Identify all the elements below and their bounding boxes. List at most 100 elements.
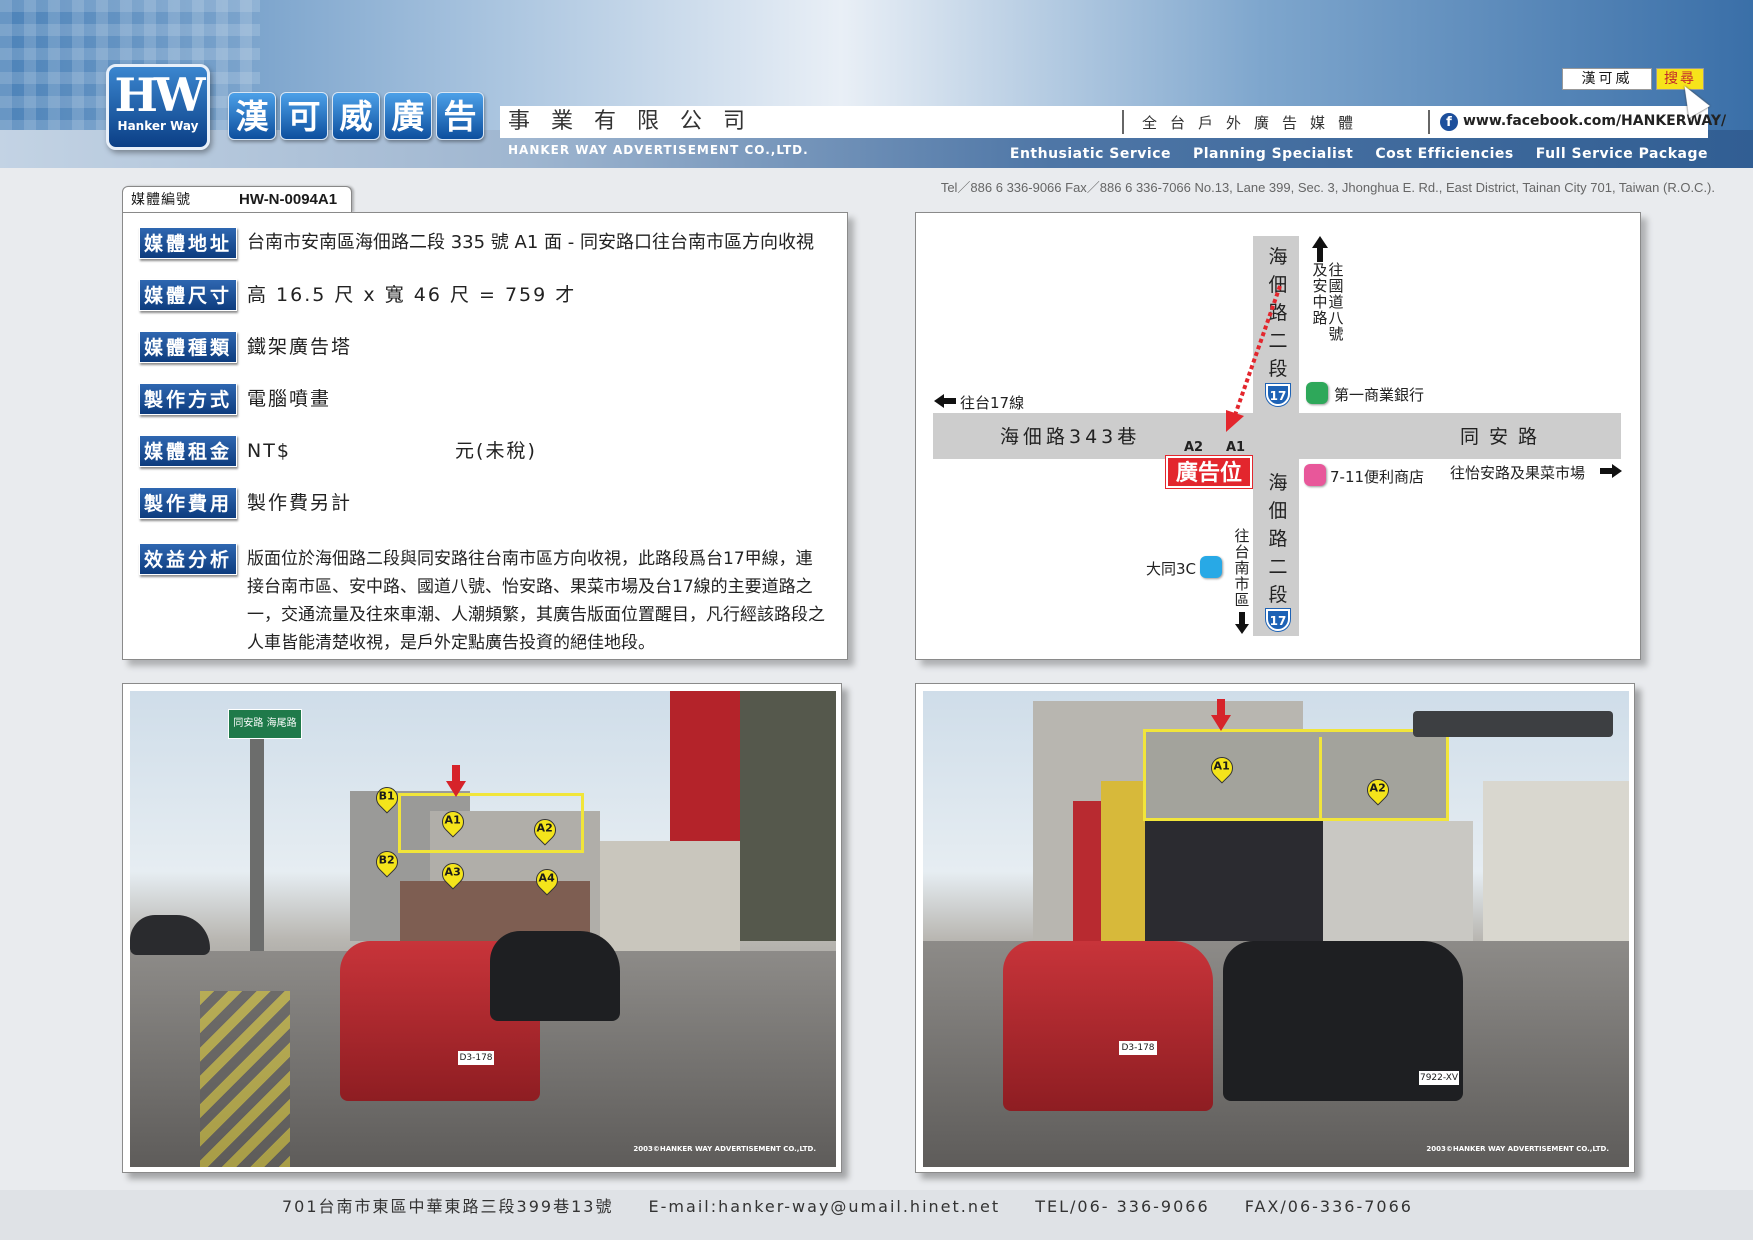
building [1323,821,1473,951]
street-sign: 同安路 海尾路 [228,709,302,739]
footer-tel: TEL/06- 336-9066 [1035,1197,1210,1216]
note-char: 市 [1234,575,1250,593]
arrow-right-icon [1600,464,1622,478]
info-panel: 媒體地址 台南市安南區海佃路二段 335 號 A1 面 - 同安路口往台南市區方… [122,212,848,660]
rent-row: 媒體租金 NT$ 元(未稅) [139,435,537,467]
rent-prefix: NT$ [247,440,291,462]
road-char: 海 [1268,472,1288,494]
bank-icon [1306,382,1328,404]
size-label: 媒體尺寸 [139,279,237,311]
pin-label: A2 [1369,781,1386,795]
road-char: 二 [1268,556,1288,578]
logo-text: HW [114,68,205,122]
size-value: 高 16.5 尺 x 寬 46 尺 = 759 才 [247,284,577,306]
billboard-frame [1143,729,1449,821]
pin-label: A4 [538,871,555,885]
parked-car [130,915,210,955]
billboard-frame [398,793,584,853]
pin-label: A2 [536,821,553,835]
footer: 701台南市東區中華東路三段399巷13號 E-mail:hanker-way@… [282,1193,1441,1217]
media-id-label: 媒體編號 [131,192,191,208]
rent-suffix: 元(未稅) [455,440,537,462]
electronics-store-icon [1200,556,1222,578]
license-plate: D3-178 [1119,1041,1157,1055]
service-item: Cost Efficiencies [1375,146,1514,162]
method-label: 製作方式 [139,383,237,415]
note-char: 台 [1234,543,1250,561]
west-note: 往台17線 [960,394,1025,412]
analysis-value: 版面位於海佃路二段與同安路往台南市區方向收視，此路段爲台17甲線，連接台南市區、… [247,549,825,653]
note-char: 往 [1234,527,1250,545]
contact-info: Tel／886 6 336-9066 Fax／886 6 336-7066 No… [940,180,1715,195]
brand-char: 漢 [228,92,276,140]
rent-label: 媒體租金 [139,435,237,467]
pin-label: A1 [1213,759,1230,773]
road-marking [200,991,290,1167]
note-char: 八 [1328,309,1344,327]
fee-row: 製作費用 製作費另計 [139,487,352,519]
note-char: 號 [1328,325,1344,343]
brand-char: 告 [436,92,484,140]
poi-711: 7-11便利商店 [1330,468,1425,486]
note-char: 安 [1312,277,1328,295]
note-char: 路 [1312,309,1328,327]
building [740,691,836,941]
brand-char: 威 [332,92,380,140]
fee-value: 製作費另計 [247,492,353,514]
shop-sign [1101,781,1145,941]
photo-copyright: 2003©HANKER WAY ADVERTISEMENT CO.,LTD. [1426,1145,1609,1153]
poi-bank: 第一商業銀行 [1334,386,1425,404]
logo-subtitle: Hanker Way [117,119,199,133]
size-row: 媒體尺寸 高 16.5 尺 x 寬 46 尺 = 759 才 [139,279,576,311]
pin-label: A1 [444,813,461,827]
type-row: 媒體種類 鐵架廣告塔 [139,331,352,363]
rent-value: NT$ 元(未稅) [247,435,537,467]
note-char: 往 [1328,261,1344,279]
brand-char: 可 [280,92,328,140]
arrow-left-icon [934,394,956,408]
note-char: 道 [1328,293,1344,311]
black-car [490,931,620,1021]
method-row: 製作方式 電腦噴畫 [139,383,331,415]
street-scene: 同安路 海尾路 B1 A1 A2 B2 A3 A4 D3-178 2003©HA… [130,691,836,1167]
address-label: 媒體地址 [139,227,237,259]
analysis-row: 效益分析 版面位於海佃路二段與同安路往台南市區方向收視，此路段爲台17甲線，連接… [139,543,827,657]
license-plate: 7922-XV [1419,1071,1459,1085]
media-id-tab: 媒體編號 HW-N-0094A1 [122,186,352,212]
type-label: 媒體種類 [139,331,237,363]
footer-fax: FAX/06-336-7066 [1244,1197,1413,1216]
brand-name: 漢 可 威 廣 告 [228,92,484,140]
note-char: 國 [1328,277,1344,295]
service-item: Enthusiatic Service [1009,146,1171,162]
hw-logo[interactable]: HW Hanker Way [106,64,210,150]
note-char: 中 [1312,293,1328,311]
road-char: 佃 [1268,500,1288,522]
road-char: 海 [1268,246,1288,268]
pin-label: B2 [378,853,395,867]
face-a1-label: A1 [1226,440,1246,455]
footer-email[interactable]: E-mail:hanker-way@umail.hinet.net [649,1197,1001,1216]
traffic-light [1413,711,1613,737]
road-label-west: 海佃路343巷 [1000,426,1141,448]
service-item: Planning Specialist [1193,146,1354,162]
type-value: 鐵架廣告塔 [247,336,353,358]
divider [1122,110,1124,134]
sightline-arrow-icon [1226,285,1282,432]
facebook-icon[interactable]: f [1440,113,1458,131]
ad-position-label: 廣告位置 [1166,456,1252,518]
site-photo-right[interactable]: A1 A2 D3-178 7922-XV 2003©HANKER WAY ADV… [915,683,1635,1173]
service-item: Full Service Package [1535,146,1708,162]
brand-char: 廣 [384,92,432,140]
face-a2-label: A2 [1184,440,1204,455]
search-input[interactable]: 漢可威 [1562,68,1652,90]
arrow-up-icon [1312,236,1328,262]
pin-label: B1 [378,789,395,803]
billboard-lower [1143,821,1323,941]
site-photo-left[interactable]: 同安路 海尾路 B1 A1 A2 B2 A3 A4 D3-178 2003©HA… [122,683,842,1173]
red-car [1003,941,1213,1111]
street-scene: A1 A2 D3-178 7922-XV 2003©HANKER WAY ADV… [923,691,1629,1167]
road-label-east: 同安路 [1460,426,1548,448]
pin-label: A3 [444,865,461,879]
tagline: 全台戶外廣告媒體 [1142,114,1367,132]
red-arrow-icon [446,765,466,797]
